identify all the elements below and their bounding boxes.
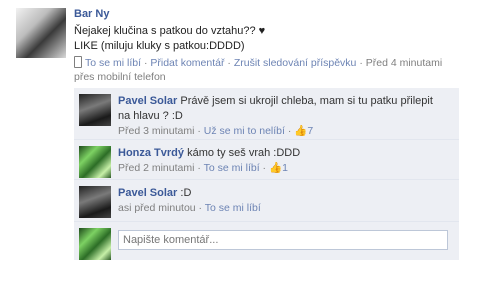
post-author-avatar[interactable] xyxy=(16,8,66,58)
comment: Honza Tvrdý kámo ty seš vrah :DDD Před 2… xyxy=(74,140,459,180)
comment-text: :D xyxy=(180,187,192,199)
comment-text: kámo ty seš vrah :DDD xyxy=(187,147,301,159)
comment: Pavel Solar :D asi před minutou · To se … xyxy=(74,180,459,222)
comment-timestamp[interactable]: asi před minutou xyxy=(118,202,196,214)
facebook-post: Bar Ny Ňejakej klučina s patkou do vztah… xyxy=(0,0,500,284)
post-message-line-1: Ňejakej klučina s patkou do vztahu?? ♥ xyxy=(74,25,266,37)
add-comment-link[interactable]: Přidat komentář xyxy=(150,57,224,69)
comment-like-count[interactable]: 1 xyxy=(282,162,288,174)
comment-avatar[interactable] xyxy=(79,186,111,218)
post-author-name[interactable]: Bar Ny xyxy=(74,8,109,20)
post-via: přes mobilní telefon xyxy=(74,71,166,83)
comment-avatar[interactable] xyxy=(79,146,111,178)
comment-timestamp[interactable]: Před 2 minutami xyxy=(118,162,194,174)
like-comment-link[interactable]: To se mi líbí xyxy=(205,202,261,214)
thumbs-up-icon: 👍 xyxy=(268,162,283,174)
like-post-link[interactable]: To se mi líbí xyxy=(85,57,141,69)
thumbs-up-icon: 👍 xyxy=(294,125,308,137)
unfollow-post-link[interactable]: Zrušit sledování příspěvku xyxy=(234,57,357,69)
post-timestamp[interactable]: Před 4 minutami xyxy=(366,57,442,69)
comment-timestamp[interactable]: Před 3 minutami xyxy=(118,125,194,137)
comment-input[interactable]: Napište komentář... xyxy=(118,230,448,250)
comment-like-count[interactable]: 7 xyxy=(307,125,313,137)
comment-list: Pavel Solar Právě jsem si ukrojil chleba… xyxy=(74,88,459,260)
post-message-line-2: LIKE (miluju kluky s patkou:DDDD) xyxy=(74,40,245,52)
like-comment-link[interactable]: To se mi líbí xyxy=(204,162,260,174)
comment-composer: Napište komentář... xyxy=(74,222,459,260)
comment-author[interactable]: Honza Tvrdý xyxy=(118,147,184,159)
current-user-avatar xyxy=(79,228,111,260)
comment-avatar[interactable] xyxy=(79,94,111,126)
unlike-comment-link[interactable]: Už se mi to nelíbí xyxy=(204,125,285,137)
comment-author[interactable]: Pavel Solar xyxy=(118,95,177,107)
post-message: Ňejakej klučina s patkou do vztahu?? ♥ L… xyxy=(74,24,454,54)
mobile-phone-icon xyxy=(74,56,82,68)
comment-author[interactable]: Pavel Solar xyxy=(118,187,177,199)
comment: Pavel Solar Právě jsem si ukrojil chleba… xyxy=(74,88,459,140)
post-meta: To se mi líbí · Přidat komentář · Zrušit… xyxy=(74,56,443,83)
